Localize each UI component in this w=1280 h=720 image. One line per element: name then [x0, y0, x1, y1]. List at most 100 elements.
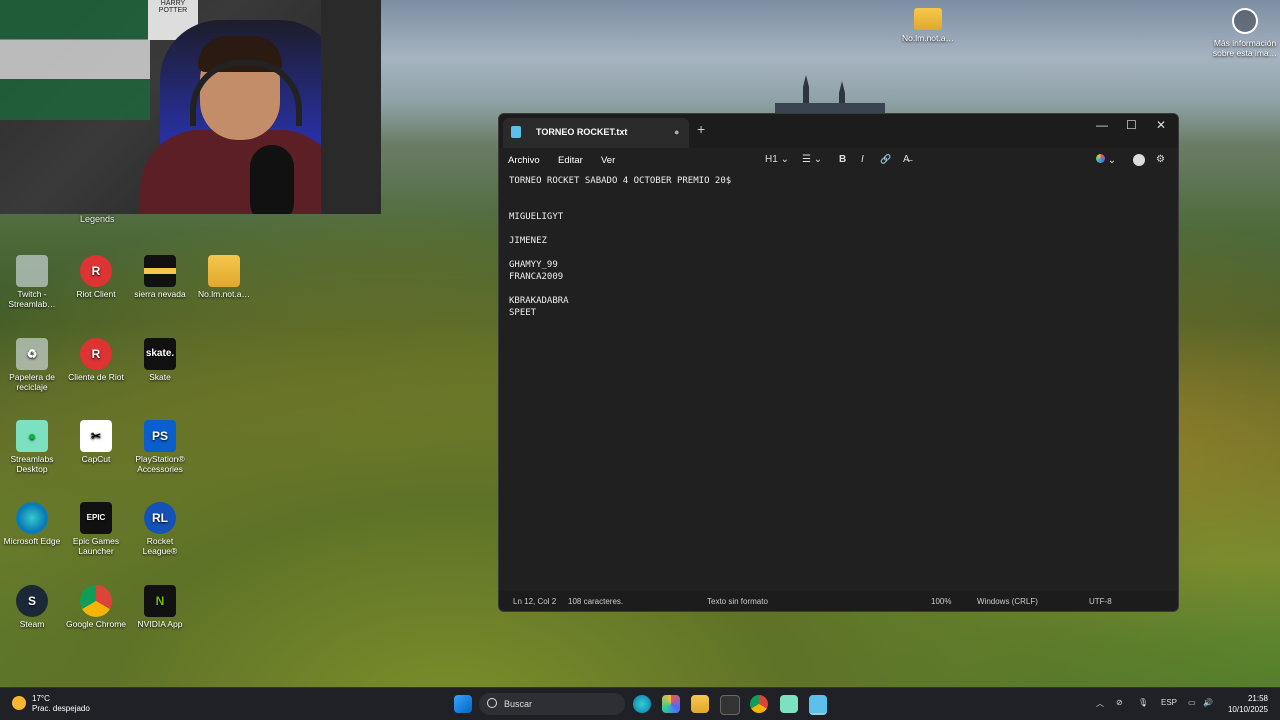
menu-bar: Archivo Editar Ver H1 ⌄ ☰ ⌄ B I 🔗 A̶ ⌄ ⚙ [499, 148, 1178, 175]
streamlabs-icon: ● [16, 420, 48, 452]
desktop-icon[interactable]: sierra nevada [130, 255, 190, 299]
streamlabs-taskbar-icon[interactable] [780, 695, 798, 713]
recycle-bin-icon: ♻ [16, 338, 48, 370]
text-line: FRANCA2009 [509, 272, 564, 282]
start-icon[interactable] [454, 695, 472, 713]
riot-client-icon: R [80, 338, 112, 370]
desktop-icon[interactable]: skate. Skate [130, 338, 190, 382]
desktop-icon[interactable]: No.lm.not.a… [194, 255, 254, 299]
edge-taskbar-icon[interactable] [633, 695, 651, 713]
network-icon[interactable]: ▭ [1188, 698, 1196, 707]
playstation-icon: PS [144, 420, 176, 452]
spotlight-icon [1232, 8, 1258, 34]
tab-torneo-rocket[interactable]: TORNEO ROCKET.txt ● [503, 118, 689, 148]
format-indicator[interactable]: Texto sin formato [707, 597, 768, 606]
desktop-icon-label: PlayStation® Accessories [135, 454, 185, 474]
folder-icon [144, 255, 176, 287]
desktop-icon[interactable]: PS PlayStation® Accessories [130, 420, 190, 474]
text-line [509, 223, 1168, 235]
desktop-icon-label: Twitch - Streamlab… [8, 289, 56, 309]
desktop-icon[interactable]: R Riot Client [66, 255, 126, 299]
language-indicator[interactable]: ESP [1161, 698, 1177, 707]
desktop-icon[interactable]: S Steam [2, 585, 62, 629]
webcam-overlay: HARRY POTTER [0, 0, 381, 214]
desktop-icon-spotlight-info[interactable]: Más información sobre esta ima… [1212, 8, 1278, 58]
desktop-icon[interactable]: ✂ CapCut [66, 420, 126, 464]
desktop-icon[interactable]: Twitch - Streamlab… [2, 255, 62, 309]
account-icon[interactable] [1133, 154, 1145, 169]
list-dropdown[interactable]: ☰ ⌄ [802, 154, 822, 165]
encoding[interactable]: UTF-8 [1089, 597, 1112, 606]
desktop-icon-label: Streamlabs Desktop [10, 454, 54, 474]
epic-games-icon: EPIC [80, 502, 112, 534]
copilot-taskbar-icon[interactable] [662, 695, 680, 713]
taskbar: 17°C Prac. despejado Buscar ︿ ⊘ 🎙 ESP ▭ … [0, 687, 1280, 720]
file-explorer-icon[interactable] [691, 695, 709, 713]
list-icon: ☰ [802, 154, 811, 165]
unsaved-indicator[interactable]: ● [674, 127, 679, 137]
menu-ver[interactable]: Ver [601, 155, 615, 166]
cursor-position: Ln 12, Col 2 [513, 597, 557, 606]
castle-silhouette [775, 75, 885, 115]
maximize-button[interactable]: ☐ [1126, 118, 1137, 132]
nvidia-icon: N [144, 585, 176, 617]
copilot-icon[interactable]: ⌄ [1096, 154, 1116, 166]
desktop-label-legends: Legends [80, 214, 115, 224]
menu-archivo[interactable]: Archivo [508, 155, 540, 166]
search-icon [487, 698, 497, 708]
desktop-icon[interactable]: ♻ Papelera de reciclaje [2, 338, 62, 392]
chrome-taskbar-icon[interactable] [750, 695, 768, 713]
skate-icon: skate. [144, 338, 176, 370]
date: 10/10/2025 [1227, 705, 1268, 714]
text-line: MIGUELIGYT [509, 212, 564, 222]
weather-icon [12, 696, 26, 710]
desktop-icon[interactable]: ● Streamlabs Desktop [2, 420, 62, 474]
clock[interactable]: 21:58 10/10/2025 [1228, 693, 1268, 715]
desktop-icon[interactable]: RL Rocket League® [130, 502, 190, 556]
desktop-icon-label: Cliente de Riot [68, 372, 124, 382]
desktop-icon[interactable]: Google Chrome [66, 585, 126, 629]
text-line [509, 199, 1168, 211]
italic-button[interactable]: I [861, 154, 864, 165]
minimize-button[interactable]: — [1096, 118, 1108, 132]
chevron-up-icon[interactable]: ︿ [1096, 698, 1104, 709]
status-bar: Ln 12, Col 2 108 caracteres. Texto sin f… [499, 591, 1178, 611]
desktop-icon[interactable]: EPIC Epic Games Launcher [66, 502, 126, 556]
desktop-icon-label: Epic Games Launcher [72, 536, 120, 556]
text-line [509, 247, 1168, 259]
clear-format-icon[interactable]: A̶ [903, 154, 910, 165]
text-line: SPEET [509, 308, 537, 318]
desktop-icon-label: Riot Client [76, 289, 116, 299]
heading-dropdown[interactable]: H1 ⌄ [765, 154, 789, 165]
settings-icon[interactable]: ⚙ [1156, 154, 1165, 165]
notepad-taskbar-icon[interactable] [809, 695, 827, 715]
microphone [250, 145, 294, 214]
volume-icon[interactable]: 🔊 [1203, 698, 1213, 707]
desktop-icon-label: sierra nevada [134, 289, 186, 299]
desktop-icon[interactable]: R Cliente de Riot [66, 338, 126, 382]
title-bar: TORNEO ROCKET.txt ● + — ☐ ✕ [499, 114, 1178, 148]
new-tab-button[interactable]: + [697, 121, 705, 137]
riot-client-icon: R [80, 255, 112, 287]
desktop-icon-label: Google Chrome [66, 619, 127, 629]
desktop-icon[interactable]: N NVIDIA App [130, 585, 190, 629]
search-box[interactable]: Buscar [479, 693, 625, 715]
store-icon[interactable] [720, 695, 740, 715]
microphone-icon[interactable]: 🎙 [1138, 698, 1148, 707]
bold-button[interactable]: B [839, 154, 846, 165]
desktop-icon-folder-top[interactable]: No.lm.not.a… [898, 8, 958, 43]
network-off-icon[interactable]: ⊘ [1116, 698, 1123, 707]
text-editor[interactable]: TORNEO ROCKET SABADO 4 OCTOBER PREMIO 20… [499, 175, 1178, 591]
menu-editar[interactable]: Editar [558, 155, 583, 166]
text-line: JIMENEZ [509, 236, 547, 246]
temperature: 17°C [32, 694, 50, 703]
desktop-icon-label: Skate [149, 372, 171, 382]
desktop-icon[interactable]: Microsoft Edge [2, 502, 62, 546]
line-ending[interactable]: Windows (CRLF) [977, 597, 1038, 606]
zoom-level[interactable]: 100% [931, 597, 951, 606]
streamer [140, 36, 340, 214]
link-icon[interactable]: 🔗 [880, 154, 891, 165]
text-line: GHAMYY_99 [509, 260, 558, 270]
desktop-icon-label: CapCut [81, 454, 111, 464]
close-button[interactable]: ✕ [1156, 118, 1166, 132]
